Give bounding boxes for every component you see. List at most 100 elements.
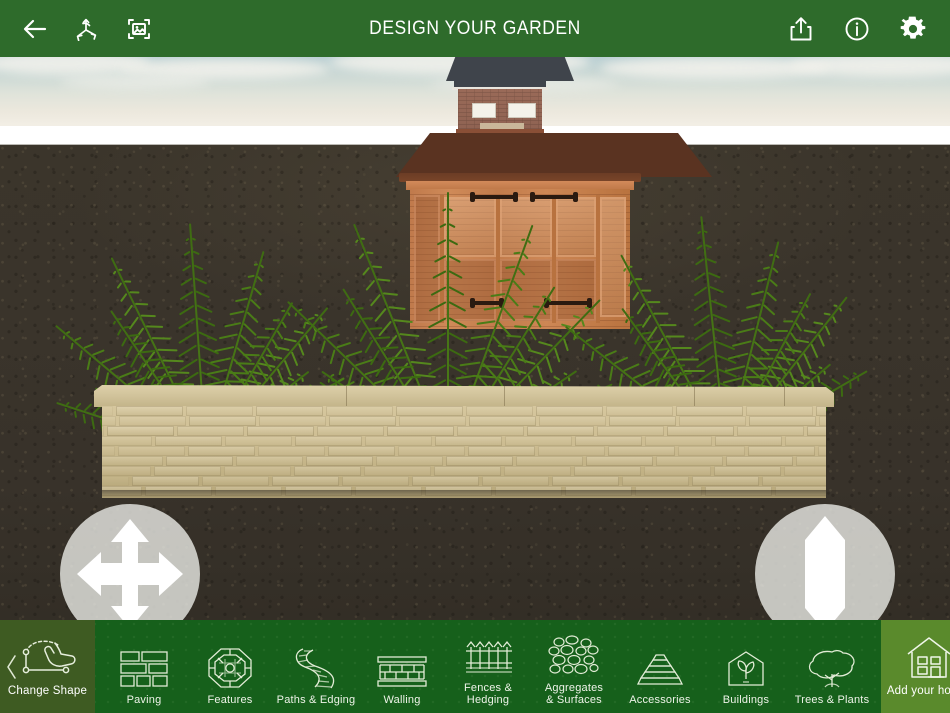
wall-brick [166, 456, 233, 466]
fern-pinna [256, 336, 270, 339]
fern-pinna [448, 301, 467, 313]
fern-pinna [476, 319, 496, 325]
fern-pinna [358, 252, 365, 260]
gear-icon[interactable] [896, 12, 930, 46]
fern-pinna [393, 319, 414, 324]
wall-brick [597, 426, 664, 436]
fern-pinna [790, 311, 798, 314]
category-walling[interactable]: Walling [359, 628, 445, 706]
wall-brick [387, 426, 454, 436]
retaining-wall[interactable] [94, 385, 834, 505]
gravel-aggregate-icon [547, 631, 601, 677]
wall-brick [306, 456, 373, 466]
chevron-left-icon[interactable] [5, 654, 18, 680]
fern-pinna [798, 301, 803, 304]
wall-brick [469, 416, 536, 426]
wall-brick [116, 406, 183, 416]
wall-brick [247, 426, 314, 436]
change-shape-label: Change Shape [7, 685, 88, 697]
page-title: DESIGN YOUR GARDEN [369, 17, 581, 39]
category-label: Aggregates & Surfaces [544, 681, 604, 706]
fern-pinna [178, 291, 193, 302]
fern-pinna [140, 314, 156, 318]
category-label: Fences & Hedging [463, 681, 513, 706]
add-your-house-label: Add your house [886, 685, 950, 697]
fern-pinna [119, 293, 128, 303]
info-icon[interactable] [840, 12, 874, 46]
change-shape-button[interactable]: Change Shape [0, 620, 95, 713]
fern-pinna [404, 347, 426, 352]
fern-pinna [209, 357, 231, 364]
fern-pinna [762, 304, 776, 317]
wall-brick [656, 456, 723, 466]
category-features[interactable]: Features [187, 628, 273, 706]
fern-pinna [512, 280, 523, 292]
wall-brick [102, 456, 163, 466]
wall-brick [504, 466, 571, 476]
fern-pinna [750, 291, 764, 297]
fern-pinna [300, 378, 304, 383]
wall-brick [749, 416, 816, 426]
house-window [472, 103, 496, 118]
fern-pinna [252, 287, 262, 296]
fern-pinna [762, 266, 770, 270]
share-icon[interactable] [784, 12, 818, 46]
fern-pinna [692, 314, 710, 327]
fern-pinna [694, 341, 713, 356]
wall-brick [272, 476, 339, 486]
wall-brick [294, 466, 361, 476]
wall-brick [435, 436, 502, 446]
category-accessories[interactable]: Accessories [617, 628, 703, 706]
fern-pinna [430, 285, 447, 296]
fern-pinna [192, 250, 200, 256]
fern-pinna [767, 339, 783, 342]
fern-pinna [541, 295, 547, 298]
fern-pinna [365, 280, 376, 292]
fern-pinna [799, 312, 806, 320]
pan-control[interactable] [60, 504, 200, 620]
house[interactable] [446, 57, 574, 141]
wall-brick [516, 456, 583, 466]
fern-pinna [713, 327, 733, 337]
category-paving[interactable]: Paving [101, 628, 187, 706]
fern-pinna [768, 254, 773, 257]
add-your-house-button[interactable]: Add your house [881, 620, 950, 713]
back-arrow-icon[interactable] [18, 12, 52, 46]
fern-pinna [521, 237, 526, 241]
fern-pinna [369, 293, 381, 307]
orbit-axis-icon[interactable] [70, 12, 104, 46]
category-label: Paving [126, 693, 162, 706]
fern-pinna [671, 372, 693, 378]
fern-pinna [745, 303, 761, 310]
fern-pinna [760, 348, 778, 351]
garden-3d-viewport[interactable] [0, 57, 950, 620]
fern-pinna [218, 333, 238, 340]
wall-brick-face [102, 406, 826, 498]
fern-pinna [704, 244, 712, 249]
house-outline-icon [902, 636, 950, 680]
fern-pinna [522, 252, 529, 260]
category-paths-edging[interactable]: Paths & Edging [273, 628, 359, 706]
category-fences-hedging[interactable]: Fences & Hedging [445, 628, 531, 706]
fern-pinna [795, 362, 806, 381]
category-list: Paving Features Paths & Edging Walling F… [95, 620, 881, 713]
fern-pinna [483, 306, 501, 311]
fern-pinna [517, 266, 526, 276]
photo-frame-icon[interactable] [122, 12, 156, 46]
fern-pinna [505, 265, 516, 269]
fern-pinna [206, 368, 228, 376]
fern-pinna [695, 244, 703, 251]
category-aggregates-surfaces[interactable]: Aggregates & Surfaces [531, 628, 617, 706]
wall-brick [434, 466, 501, 476]
app-root: DESIGN YOUR GARDEN Change Shape Paving F… [0, 0, 950, 713]
fern-pinna [695, 355, 714, 369]
wall-brick [785, 436, 826, 446]
fern-pinna [505, 334, 522, 338]
fern-pinna [567, 376, 571, 382]
fence-picket-icon [463, 631, 513, 677]
category-buildings[interactable]: Buildings [703, 628, 789, 706]
fern-pinna [810, 344, 819, 359]
fern-pinna [296, 373, 301, 377]
wall-brick [527, 426, 594, 436]
category-trees-plants[interactable]: Trees & Plants [789, 628, 875, 706]
